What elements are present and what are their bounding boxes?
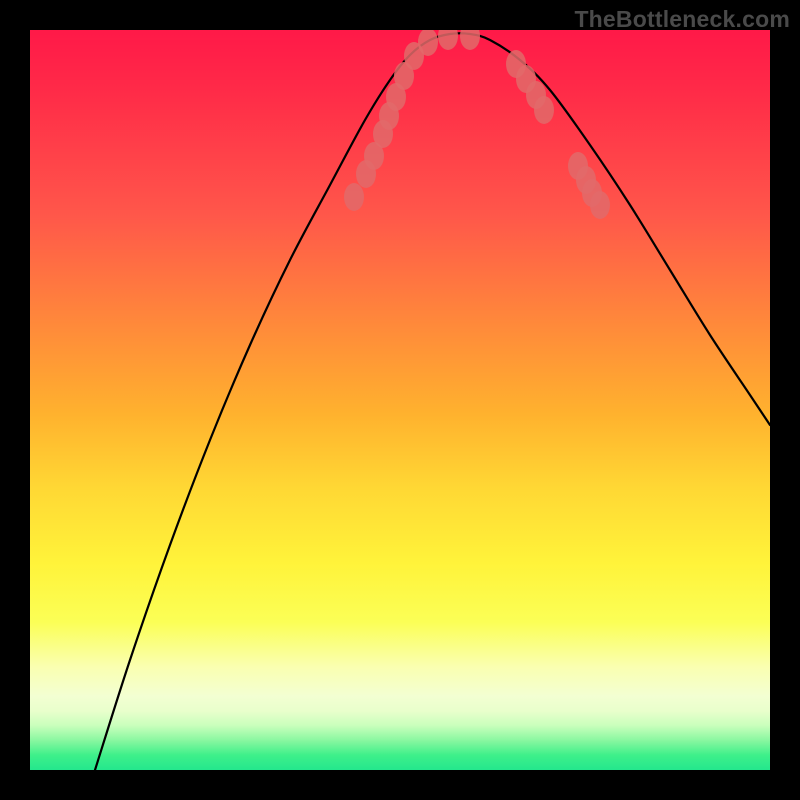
curve-svg — [30, 30, 770, 770]
plot-area — [30, 30, 770, 770]
marker-dot — [344, 183, 364, 211]
marker-dot — [460, 30, 480, 50]
marker-dot — [438, 30, 458, 50]
marker-dot — [590, 191, 610, 219]
marker-dot — [534, 96, 554, 124]
frame: TheBottleneck.com — [0, 0, 800, 800]
watermark-text: TheBottleneck.com — [574, 6, 790, 33]
bottleneck-curve — [95, 33, 770, 770]
curve-markers — [344, 30, 610, 219]
